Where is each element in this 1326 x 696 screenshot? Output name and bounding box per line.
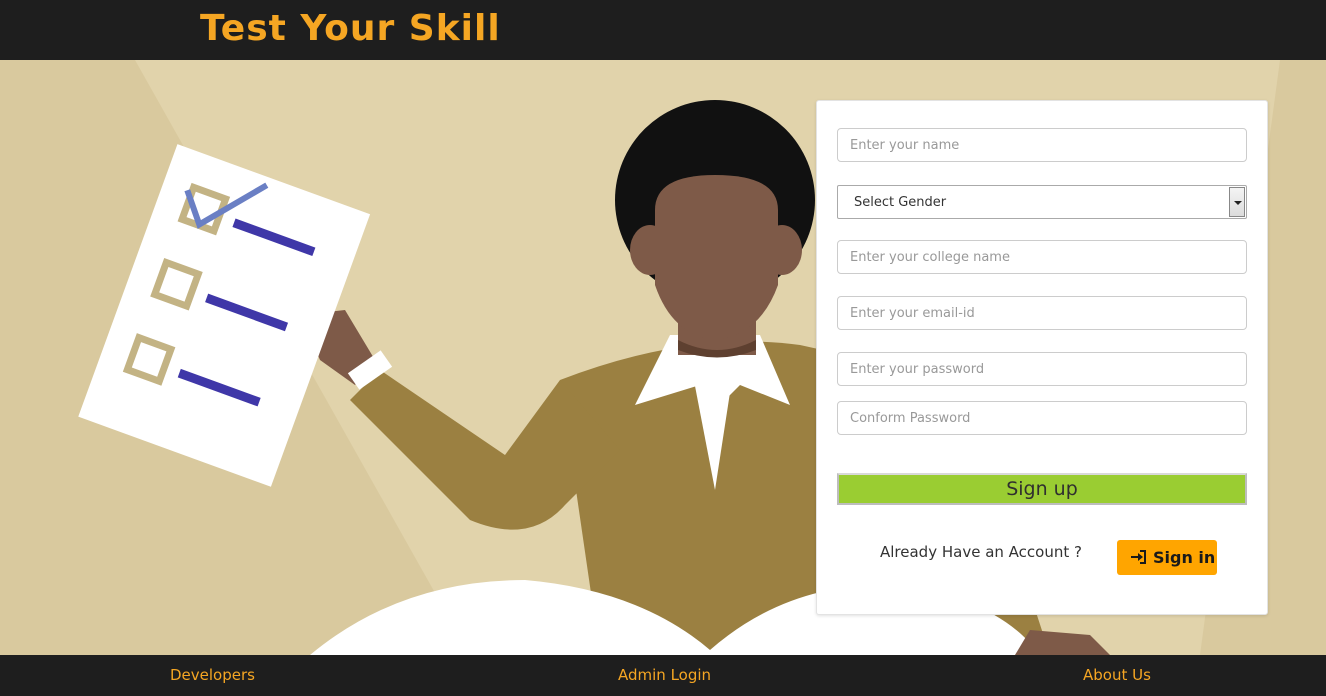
footer-link-about-us[interactable]: About Us bbox=[1083, 666, 1151, 684]
footer-bar: Developers Admin Login About Us bbox=[0, 655, 1326, 696]
top-navbar: Test Your Skill bbox=[0, 0, 1326, 60]
signup-button[interactable]: Sign up bbox=[837, 473, 1247, 505]
gender-select-value: Select Gender bbox=[854, 195, 947, 210]
name-input[interactable] bbox=[837, 128, 1247, 162]
college-input[interactable] bbox=[837, 240, 1247, 274]
signin-label: Sign in bbox=[1153, 548, 1216, 567]
signup-form-card: Select Gender Sign up Already Have an Ac… bbox=[816, 100, 1268, 615]
signin-button[interactable]: Sign in bbox=[1117, 540, 1217, 575]
chevron-down-icon[interactable] bbox=[1229, 187, 1245, 217]
confirm-password-input[interactable] bbox=[837, 401, 1247, 435]
password-input[interactable] bbox=[837, 352, 1247, 386]
footer-link-developers[interactable]: Developers bbox=[170, 666, 255, 684]
footer-link-admin-login[interactable]: Admin Login bbox=[618, 666, 711, 684]
gender-select[interactable]: Select Gender bbox=[837, 185, 1247, 219]
sign-in-icon bbox=[1131, 550, 1146, 564]
already-account-text: Already Have an Account ? bbox=[880, 543, 1082, 561]
brand-logo[interactable]: Test Your Skill bbox=[200, 8, 501, 49]
email-input[interactable] bbox=[837, 296, 1247, 330]
